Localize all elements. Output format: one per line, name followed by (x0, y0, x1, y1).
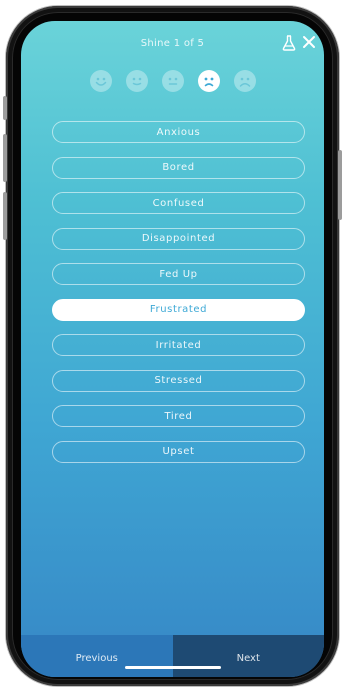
option-tired[interactable]: Tired (52, 405, 305, 427)
previous-button[interactable]: Previous (21, 635, 173, 677)
option-fed-up[interactable]: Fed Up (52, 263, 305, 285)
sad-face-icon[interactable] (197, 70, 220, 92)
option-upset[interactable]: Upset (52, 440, 305, 463)
option-stressed[interactable]: Stressed (52, 369, 305, 392)
power-button (338, 150, 342, 220)
top-bar: Shine 1 of 5 (21, 21, 324, 71)
option-frustrated[interactable]: Frustrated (52, 298, 305, 321)
neutral-face-icon[interactable] (161, 70, 184, 92)
home-indicator[interactable] (124, 666, 221, 669)
option-bored[interactable]: Bored (52, 156, 305, 179)
silent-switch (3, 96, 7, 120)
very-happy-face-icon[interactable] (89, 70, 112, 92)
close-icon[interactable] (302, 35, 316, 49)
option-confused[interactable]: Confused (52, 192, 305, 214)
next-button[interactable]: Next (172, 635, 324, 677)
volume-down-button (3, 192, 7, 240)
option-anxious[interactable]: Anxious (52, 121, 305, 143)
feeling-options-list: Anxious Bored Confused Disappointed Fed … (52, 121, 305, 476)
option-disappointed[interactable]: Disappointed (52, 227, 305, 250)
app-screen: Shine 1 of 5 Anxious Bored Confused Disa… (21, 21, 324, 677)
page-title: Shine 1 of 5 (140, 38, 205, 49)
flask-icon[interactable] (282, 35, 296, 51)
happy-face-icon[interactable] (125, 70, 148, 92)
option-irritated[interactable]: Irritated (52, 334, 305, 356)
volume-up-button (3, 134, 7, 182)
bottom-navigation: Previous Next (21, 635, 324, 677)
very-sad-face-icon[interactable] (233, 70, 256, 92)
mood-selector (21, 70, 324, 96)
